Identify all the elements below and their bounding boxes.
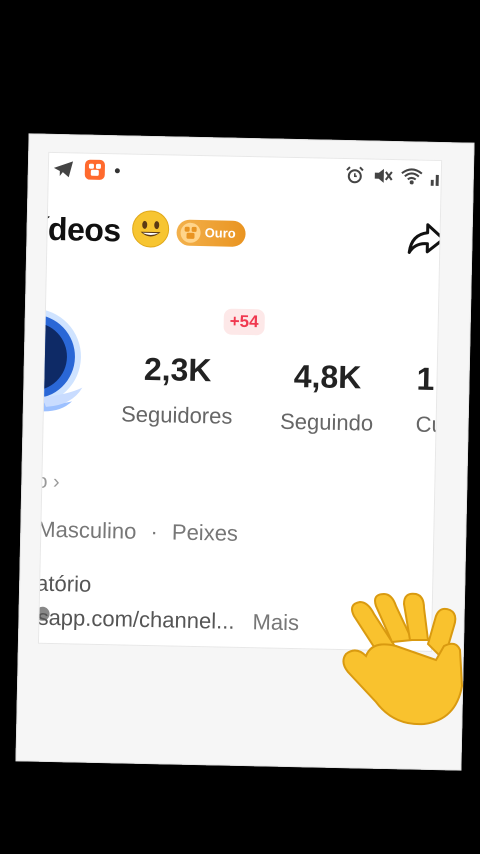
wifi-icon bbox=[401, 167, 423, 185]
followers-label: Seguidores bbox=[120, 401, 233, 429]
gender-label: Masculino bbox=[37, 516, 137, 544]
status-left bbox=[53, 159, 120, 181]
screenshot-photo: ídeos Ouro +54 2,3K Seguidores 4,8K Segu… bbox=[37, 151, 443, 652]
profile-link[interactable]: o › bbox=[38, 471, 60, 494]
zodiac-label: Peixes bbox=[171, 519, 239, 546]
video-frame: ídeos Ouro +54 2,3K Seguidores 4,8K Segu… bbox=[0, 0, 480, 854]
info-separator: · bbox=[150, 519, 159, 545]
profile-title: ídeos bbox=[39, 210, 122, 249]
mute-icon bbox=[373, 166, 393, 186]
third-stat[interactable]: 1 Cu bbox=[415, 361, 442, 439]
third-label: Cu bbox=[415, 411, 443, 438]
channel-row: tsapp.com/channel... Mais bbox=[38, 605, 299, 637]
status-right bbox=[345, 165, 441, 187]
bio-text: atório bbox=[37, 570, 92, 597]
following-stat[interactable]: 4,8K Seguindo bbox=[261, 357, 393, 437]
alarm-icon bbox=[345, 165, 365, 185]
followers-stat[interactable]: 2,3K Seguidores bbox=[111, 350, 243, 430]
following-count: 4,8K bbox=[293, 358, 362, 396]
kwai-icon bbox=[84, 159, 106, 181]
signal-icon bbox=[430, 168, 441, 186]
smiley-icon bbox=[130, 209, 171, 255]
notification-dot bbox=[114, 167, 120, 173]
profile-info: Masculino · Peixes bbox=[38, 517, 238, 547]
third-count: 1 bbox=[416, 360, 435, 397]
more-link[interactable]: Mais bbox=[252, 609, 299, 635]
following-label: Seguindo bbox=[279, 408, 374, 436]
kwai-badge-icon bbox=[180, 222, 201, 243]
profile-header: ídeos Ouro bbox=[39, 207, 246, 256]
badge-label: Ouro bbox=[204, 225, 236, 241]
new-followers-badge: +54 bbox=[223, 308, 265, 336]
followers-count: 2,3K bbox=[143, 350, 212, 389]
avatar[interactable] bbox=[37, 296, 94, 428]
share-icon[interactable] bbox=[405, 218, 443, 264]
status-bar bbox=[49, 153, 442, 195]
channel-link[interactable]: tsapp.com/channel... bbox=[38, 605, 235, 634]
level-badge[interactable]: Ouro bbox=[176, 219, 246, 247]
telegram-icon bbox=[53, 159, 75, 179]
wave-hand-icon bbox=[336, 590, 480, 745]
